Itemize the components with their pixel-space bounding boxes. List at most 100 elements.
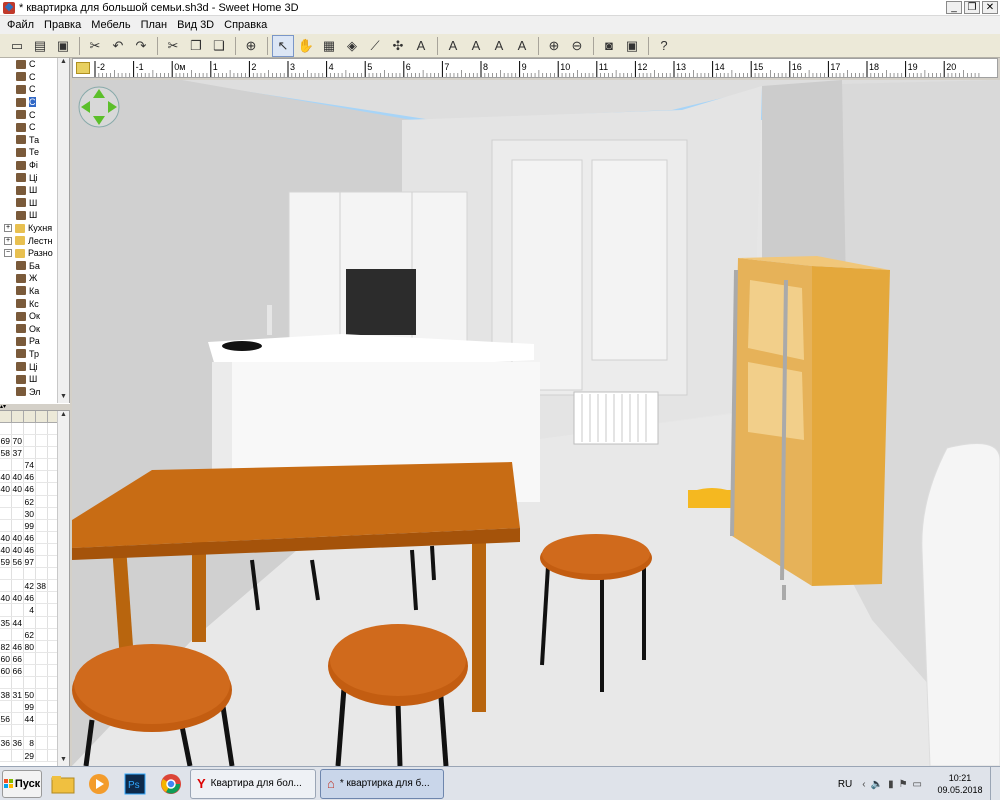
scroll-down-icon[interactable]: ▼ (58, 756, 69, 766)
furniture-icon (16, 84, 26, 94)
tree-expander-icon[interactable]: + (4, 224, 12, 233)
tree-expander-icon[interactable]: + (4, 236, 12, 245)
taskbar-window-yandex[interactable]: Y Квартира для бол... (190, 768, 316, 799)
undo-icon[interactable]: ↶ (107, 35, 129, 57)
sweet-home-3d-window: * квартирка для большой семьи.sh3d - Swe… (0, 0, 1000, 800)
create-photo-icon[interactable]: ◙ (598, 35, 620, 57)
cut-icon-2[interactable]: ✂ (162, 35, 184, 57)
clock[interactable]: 10:21 09.05.2018 (930, 772, 990, 796)
catalog-item-label: Фі (29, 160, 38, 171)
text-style-icon[interactable]: A (442, 35, 464, 57)
panel-splitter[interactable]: ▴▾ (0, 403, 70, 411)
furniture-catalog-tree: С С С С С С Та Те Фі Ці Ш Ш Ш + Кухня + Лестн − Разно Ба Ж Ка… (0, 58, 70, 403)
select-mode-icon[interactable]: ↖ (272, 34, 294, 57)
chrome-icon[interactable] (156, 770, 186, 798)
paste-icon[interactable]: ❑ (208, 35, 230, 57)
scroll-up-icon[interactable]: ▲ (58, 411, 69, 421)
network-icon[interactable]: ▮ (888, 779, 894, 790)
language-indicator[interactable]: RU (838, 779, 852, 790)
ruler-label: 12 (637, 62, 647, 72)
help-icon[interactable]: ? (653, 35, 675, 57)
table-cell (12, 580, 24, 592)
copy-icon[interactable]: ❐ (185, 35, 207, 57)
ruler-label: 3 (290, 62, 295, 72)
pan-mode-icon[interactable]: ✋ (295, 35, 317, 57)
tree-expander-icon[interactable]: − (4, 249, 12, 258)
furniture-icon (16, 299, 26, 309)
explorer-icon[interactable] (48, 770, 78, 798)
catalog-item-label: Кухня (28, 223, 53, 234)
create-walls-icon[interactable]: ▦ (318, 35, 340, 57)
table-cell (36, 676, 48, 689)
furniture-icon (16, 324, 26, 334)
minimize-button[interactable]: _ (946, 1, 962, 14)
menu-help[interactable]: Справка (219, 16, 272, 34)
action-center-icon[interactable]: ▭ (913, 779, 922, 790)
zoom-in-icon[interactable]: ⊕ (543, 35, 565, 57)
table-cell (36, 543, 48, 556)
cut-icon[interactable]: ✂ (84, 35, 106, 57)
menu-furniture[interactable]: Мебель (86, 16, 135, 34)
media-player-icon[interactable] (84, 770, 114, 798)
furniture-icon (16, 210, 26, 220)
furniture-table-scrollbar[interactable]: ▲ ▼ (57, 411, 69, 766)
table-cell: 40 (12, 592, 24, 604)
scroll-down-icon[interactable]: ▼ (58, 393, 69, 403)
plan-ruler: -2 -1 0м 1 2 3 4 5 6 7 8 9 10 11 12 13 14 15 16 17 18 19 20 (72, 58, 998, 78)
menu-3d-view[interactable]: Вид 3D (172, 16, 219, 34)
close-button[interactable]: ✕ (982, 1, 998, 14)
save-icon[interactable]: ▣ (52, 35, 74, 57)
menu-plan[interactable]: План (136, 16, 173, 34)
ruler-label: 7 (444, 62, 449, 72)
open-icon[interactable]: ▤ (29, 35, 51, 57)
menu-file[interactable]: Файл (2, 16, 39, 34)
photoshop-icon[interactable]: Ps (120, 770, 150, 798)
ruler-label: 8 (483, 62, 488, 72)
volume-icon[interactable]: 🔈 (871, 779, 883, 790)
show-desktop-button[interactable] (990, 767, 1000, 800)
add-furniture-icon[interactable]: ⊕ (240, 35, 262, 57)
ruler-corner-icon[interactable] (76, 62, 90, 74)
table-cell (12, 676, 24, 689)
start-button[interactable]: Пуск (2, 769, 42, 798)
zoom-out-icon[interactable]: ⊖ (566, 35, 588, 57)
table-cell: 46 (24, 592, 36, 604)
restore-button[interactable]: ❐ (964, 1, 980, 14)
create-dimensions-icon[interactable]: ✣ (387, 35, 409, 57)
italic-text-icon[interactable]: A (511, 35, 533, 57)
add-text-icon[interactable]: A (410, 35, 432, 57)
bold-text-icon[interactable]: A (488, 35, 510, 57)
taskbar-window-sweet-home[interactable]: ⌂ * квартирка для б... (320, 768, 444, 799)
ruler-label: 20 (946, 62, 956, 72)
scroll-up-icon[interactable]: ▲ (58, 58, 69, 68)
redo-icon[interactable]: ↷ (130, 35, 152, 57)
catalog-scrollbar[interactable]: ▲ ▼ (57, 58, 69, 403)
new-icon[interactable]: ▭ (6, 35, 28, 57)
table-cell (36, 423, 48, 435)
furniture-icon (16, 135, 26, 145)
catalog-item-label: С (29, 122, 36, 133)
window-title: * квартирка для большой семьи.sh3d - Swe… (19, 1, 299, 14)
create-polylines-icon[interactable]: ⟋ (364, 35, 386, 57)
menu-bar: Файл Правка Мебель План Вид 3D Справка (0, 16, 1000, 34)
table-cell (24, 616, 36, 628)
3d-view[interactable] (72, 80, 1000, 766)
table-cell (0, 701, 12, 713)
table-cell (36, 483, 48, 495)
furniture-icon (16, 185, 26, 195)
clock-time: 10:21 (948, 773, 972, 783)
taskbar-window-label: * квартирка для б... (339, 778, 430, 789)
create-video-icon[interactable]: ▣ (621, 35, 643, 57)
table-cell: 62 (24, 628, 36, 640)
show-hidden-icons-icon[interactable]: ‹ (862, 779, 865, 790)
table-cell (12, 423, 24, 435)
flag-icon[interactable]: ⚑ (899, 779, 908, 790)
table-cell (36, 435, 48, 447)
navigation-arrows-control[interactable] (78, 86, 120, 128)
table-cell (12, 495, 24, 507)
toolbar-separator (235, 36, 236, 55)
menu-edit[interactable]: Правка (39, 16, 86, 34)
create-rooms-icon[interactable]: ◈ (341, 35, 363, 57)
text-style-icon-2[interactable]: A (465, 35, 487, 57)
windows-taskbar: Пуск Ps Y Квартира для бол... ⌂ * кварти… (0, 766, 1000, 800)
